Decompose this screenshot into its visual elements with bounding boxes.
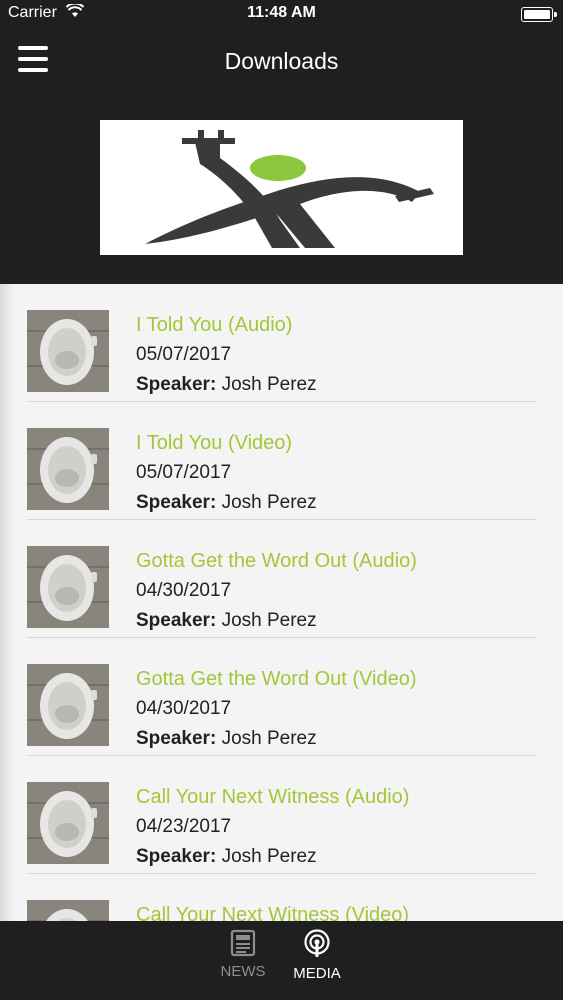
header-banner — [0, 94, 563, 284]
sermon-thumbnail — [27, 546, 109, 628]
speaker-name: Josh Perez — [221, 728, 317, 749]
page-title: Downloads — [224, 48, 339, 74]
list-item[interactable]: Call Your Next Witness (Audio) 04/23/201… — [27, 756, 536, 874]
sermon-thumbnail — [27, 782, 109, 864]
item-date: 04/30/2017 — [136, 698, 232, 719]
item-title: Call Your Next Witness (Video) — [136, 904, 410, 921]
downloads-list[interactable]: I Told You (Audio) 05/07/2017 Speaker: J… — [0, 284, 563, 921]
tab-media[interactable]: MEDIA — [277, 929, 357, 982]
tab-news-label: NEWS — [220, 963, 266, 980]
item-date: 04/30/2017 — [136, 580, 232, 601]
list-item[interactable]: I Told You (Video) 05/07/2017 Speaker: J… — [27, 402, 536, 520]
list-item[interactable]: I Told You (Audio) 05/07/2017 Speaker: J… — [27, 284, 536, 402]
item-speaker: Speaker: Josh Perez — [136, 728, 317, 750]
item-title: Gotta Get the Word Out (Audio) — [136, 550, 417, 572]
newspaper-icon — [230, 929, 256, 957]
speaker-name: Josh Perez — [221, 610, 317, 631]
item-title: I Told You (Video) — [136, 432, 293, 454]
tab-bar: NEWS MEDIA — [0, 921, 563, 1000]
tab-media-label: MEDIA — [293, 965, 341, 982]
sermon-thumbnail — [27, 428, 109, 510]
status-time: 11:48 AM — [247, 4, 316, 21]
status-bar: Carrier 11:48 AM — [0, 0, 563, 28]
item-date: 04/23/2017 — [136, 816, 232, 837]
item-date: 05/07/2017 — [136, 344, 232, 365]
tab-news[interactable]: NEWS — [203, 929, 283, 980]
sermon-thumbnail — [27, 310, 109, 392]
speaker-name: Josh Perez — [221, 846, 317, 867]
list-item[interactable]: Gotta Get the Word Out (Audio) 04/30/201… — [27, 520, 536, 638]
item-speaker: Speaker: Josh Perez — [136, 374, 317, 396]
item-title: Gotta Get the Word Out (Video) — [136, 668, 417, 690]
sermon-thumbnail — [27, 664, 109, 746]
speaker-name: Josh Perez — [221, 374, 317, 395]
item-date: 05/07/2017 — [136, 462, 232, 483]
speaker-name: Josh Perez — [221, 492, 317, 513]
list-item[interactable]: Call Your Next Witness (Video) — [27, 874, 536, 921]
speaker-label: Speaker: — [136, 492, 217, 513]
battery-icon — [521, 7, 557, 22]
item-speaker: Speaker: Josh Perez — [136, 492, 317, 514]
item-speaker: Speaker: Josh Perez — [136, 610, 317, 632]
nav-bar: Downloads — [0, 28, 563, 94]
speaker-label: Speaker: — [136, 846, 217, 867]
speaker-label: Speaker: — [136, 374, 217, 395]
podcast-icon — [304, 929, 330, 957]
item-title: I Told You (Audio) — [136, 314, 293, 336]
item-speaker: Speaker: Josh Perez — [136, 846, 317, 868]
speaker-label: Speaker: — [136, 610, 217, 631]
sermon-thumbnail — [27, 900, 109, 921]
item-title: Call Your Next Witness (Audio) — [136, 786, 410, 808]
list-item[interactable]: Gotta Get the Word Out (Video) 04/30/201… — [27, 638, 536, 756]
speaker-label: Speaker: — [136, 728, 217, 749]
church-logo — [100, 120, 463, 255]
